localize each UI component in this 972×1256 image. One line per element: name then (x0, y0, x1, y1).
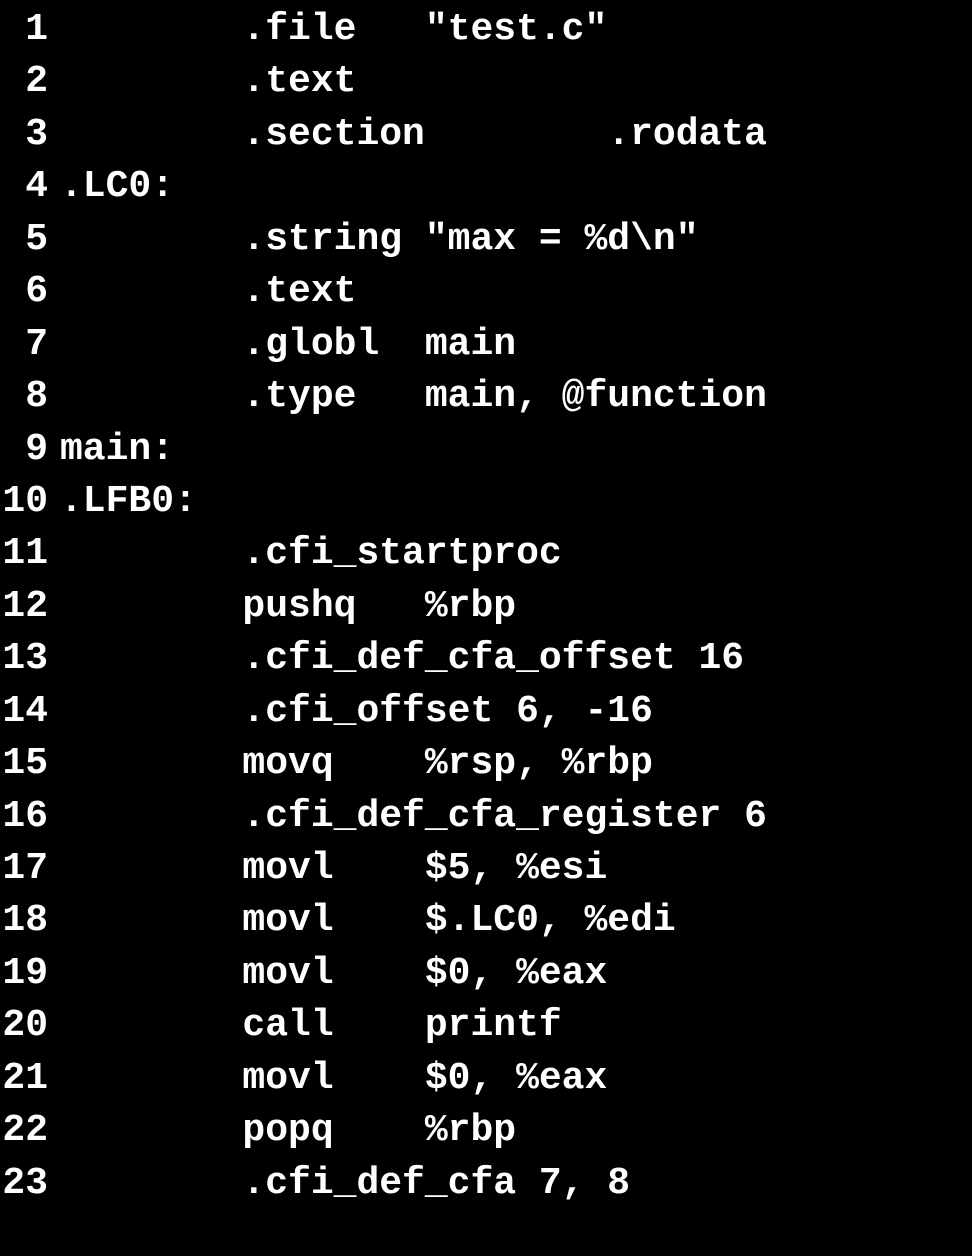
line-content: .file "test.c" (60, 4, 972, 56)
code-listing: 1 .file "test.c"2 .text3 .section .rodat… (0, 4, 972, 1210)
code-line: 13 .cfi_def_cfa_offset 16 (0, 633, 972, 685)
line-content: pushq %rbp (60, 581, 972, 633)
line-number: 16 (0, 791, 60, 843)
line-number: 10 (0, 476, 60, 528)
line-number: 8 (0, 371, 60, 423)
line-content: movq %rsp, %rbp (60, 738, 972, 790)
line-content: .type main, @function (60, 371, 972, 423)
line-number: 17 (0, 843, 60, 895)
line-number: 18 (0, 895, 60, 947)
line-number: 11 (0, 528, 60, 580)
code-line: 10.LFB0: (0, 476, 972, 528)
code-line: 23 .cfi_def_cfa 7, 8 (0, 1158, 972, 1210)
line-content: .string "max = %d\n" (60, 214, 972, 266)
code-line: 12 pushq %rbp (0, 581, 972, 633)
line-content: .section .rodata (60, 109, 972, 161)
line-content: movl $5, %esi (60, 843, 972, 895)
line-number: 15 (0, 738, 60, 790)
line-number: 4 (0, 161, 60, 213)
line-content: .cfi_startproc (60, 528, 972, 580)
line-number: 1 (0, 4, 60, 56)
code-line: 17 movl $5, %esi (0, 843, 972, 895)
line-content: .text (60, 266, 972, 318)
line-number: 22 (0, 1105, 60, 1157)
code-line: 16 .cfi_def_cfa_register 6 (0, 791, 972, 843)
line-content: .cfi_def_cfa_offset 16 (60, 633, 972, 685)
code-line: 14 .cfi_offset 6, -16 (0, 686, 972, 738)
line-number: 13 (0, 633, 60, 685)
line-content: .cfi_def_cfa_register 6 (60, 791, 972, 843)
code-line: 18 movl $.LC0, %edi (0, 895, 972, 947)
line-content: .cfi_offset 6, -16 (60, 686, 972, 738)
line-number: 23 (0, 1158, 60, 1210)
code-line: 3 .section .rodata (0, 109, 972, 161)
line-content: movl $0, %eax (60, 948, 972, 1000)
code-line: 6 .text (0, 266, 972, 318)
line-number: 14 (0, 686, 60, 738)
code-line: 8 .type main, @function (0, 371, 972, 423)
line-number: 5 (0, 214, 60, 266)
line-number: 21 (0, 1053, 60, 1105)
code-line: 11 .cfi_startproc (0, 528, 972, 580)
code-line: 5 .string "max = %d\n" (0, 214, 972, 266)
line-content: .LFB0: (60, 476, 972, 528)
line-content: .cfi_def_cfa 7, 8 (60, 1158, 972, 1210)
code-line: 21 movl $0, %eax (0, 1053, 972, 1105)
code-line: 2 .text (0, 56, 972, 108)
code-line: 4.LC0: (0, 161, 972, 213)
code-line: 15 movq %rsp, %rbp (0, 738, 972, 790)
line-number: 20 (0, 1000, 60, 1052)
line-content: movl $0, %eax (60, 1053, 972, 1105)
line-content: call printf (60, 1000, 972, 1052)
line-number: 7 (0, 319, 60, 371)
line-number: 12 (0, 581, 60, 633)
line-number: 3 (0, 109, 60, 161)
line-number: 9 (0, 424, 60, 476)
line-number: 19 (0, 948, 60, 1000)
code-line: 7 .globl main (0, 319, 972, 371)
code-line: 20 call printf (0, 1000, 972, 1052)
line-content: .LC0: (60, 161, 972, 213)
code-line: 22 popq %rbp (0, 1105, 972, 1157)
line-content: movl $.LC0, %edi (60, 895, 972, 947)
line-content: popq %rbp (60, 1105, 972, 1157)
code-line: 1 .file "test.c" (0, 4, 972, 56)
line-number: 6 (0, 266, 60, 318)
line-number: 2 (0, 56, 60, 108)
line-content: .globl main (60, 319, 972, 371)
code-line: 9main: (0, 424, 972, 476)
code-line: 19 movl $0, %eax (0, 948, 972, 1000)
line-content: main: (60, 424, 972, 476)
line-content: .text (60, 56, 972, 108)
